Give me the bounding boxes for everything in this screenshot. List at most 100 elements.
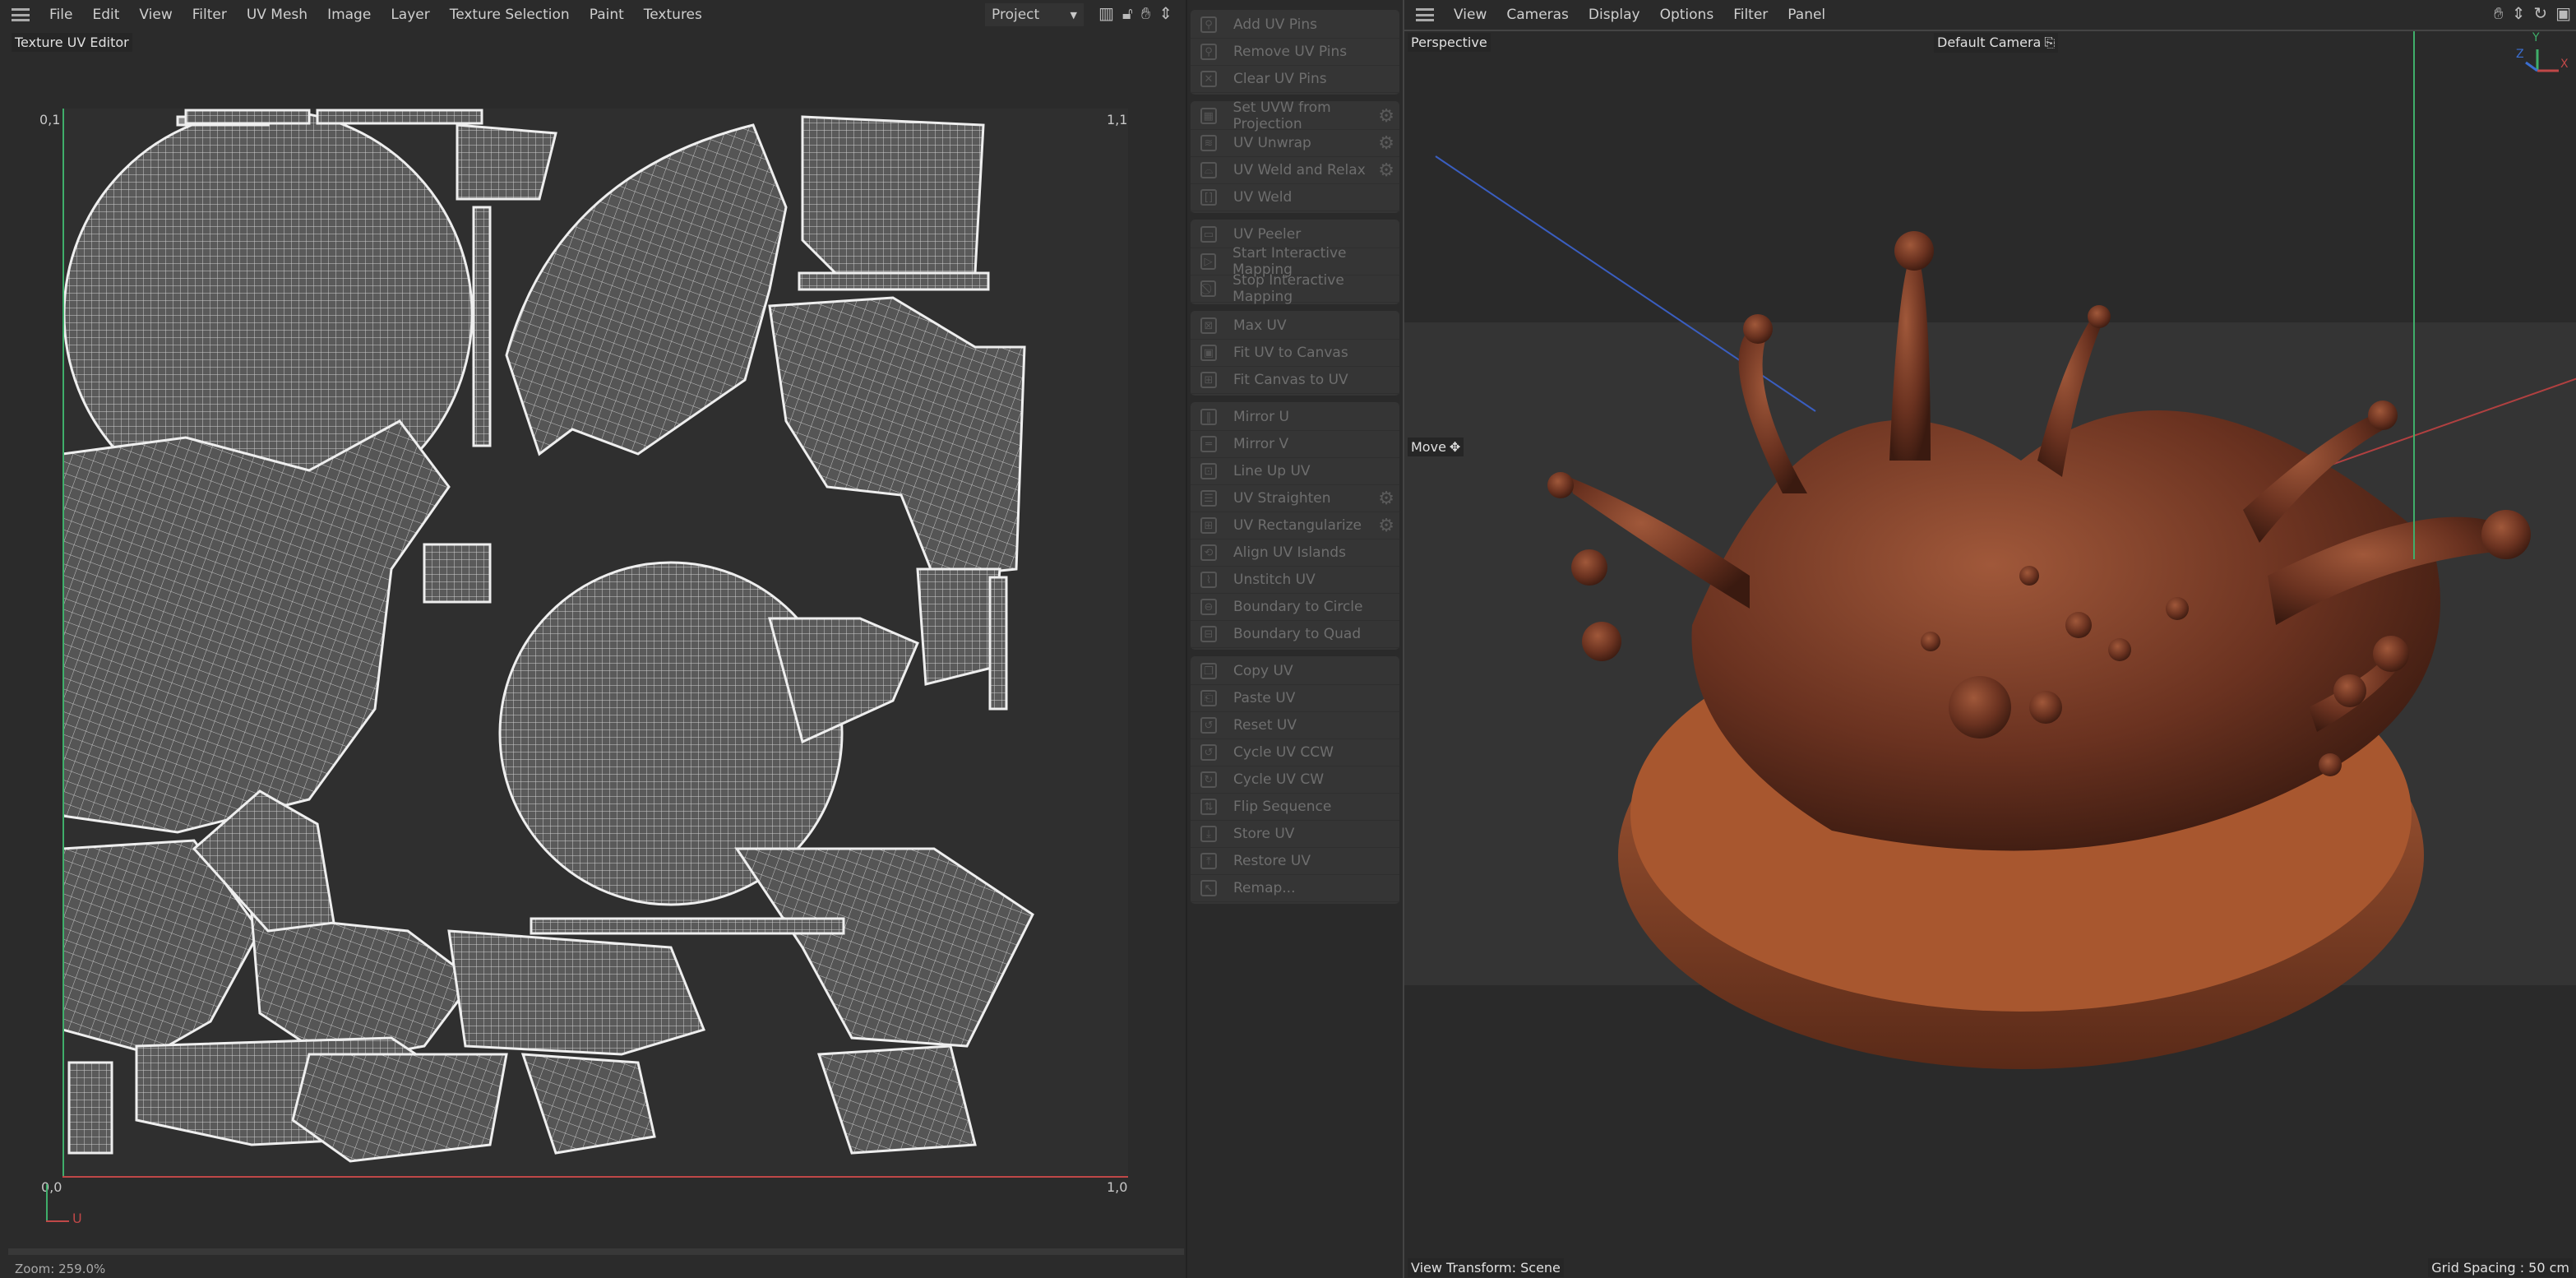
tool-uv-weld[interactable]: [] UV Weld: [1191, 184, 1399, 211]
tool-align-uv-islands[interactable]: ⟲ Align UV Islands: [1191, 539, 1399, 567]
menu-uv-mesh[interactable]: UV Mesh: [247, 7, 308, 23]
tool-label: UV Rectangularize: [1233, 517, 1362, 534]
pan-hand-icon[interactable]: ✋︎: [2494, 3, 2503, 23]
tool-remap[interactable]: ↖ Remap...: [1191, 875, 1399, 902]
uv-island[interactable]: [520, 1053, 656, 1155]
tool-paste-uv[interactable]: ⎗ Paste UV: [1191, 685, 1399, 712]
tool-max-uv[interactable]: ⊠ Max UV: [1191, 313, 1399, 340]
tool-label: Cycle UV CW: [1233, 771, 1325, 788]
tool-fit-canvas-to-uv[interactable]: ⊞ Fit Canvas to UV: [1191, 367, 1399, 394]
menu-textures[interactable]: Textures: [644, 7, 702, 23]
pan-hand-icon[interactable]: ✋︎: [1141, 3, 1150, 23]
lock-icon[interactable]: 🔓︎: [1122, 3, 1133, 23]
tool-uv-straighten[interactable]: ☰ UV Straighten ⚙: [1191, 485, 1399, 512]
menu-file[interactable]: File: [49, 7, 72, 23]
menu-image[interactable]: Image: [327, 7, 371, 23]
menu-filter[interactable]: Filter: [1733, 7, 1768, 23]
tool-stop-interactive-mapping[interactable]: ⃠ Stop Interactive Mapping: [1191, 272, 1399, 305]
project-select[interactable]: Project ▼: [985, 3, 1084, 26]
camera-label[interactable]: Default Camera ⎘: [1934, 33, 2059, 53]
axis-gizmo-v-icon: [46, 1184, 48, 1222]
tool-fit-uv-to-canvas[interactable]: ▣ Fit UV to Canvas: [1191, 340, 1399, 367]
tool-reset-uv[interactable]: ↺ Reset UV: [1191, 712, 1399, 739]
tool-group: ⊠ Max UV ▣ Fit UV to Canvas ⊞ Fit Canvas to U…: [1191, 311, 1399, 396]
dolly-arrows-icon[interactable]: ⇕: [2512, 3, 2526, 23]
menu-filter[interactable]: Filter: [192, 7, 227, 23]
menu-edit[interactable]: Edit: [92, 7, 119, 23]
menu-options[interactable]: Options: [1660, 7, 1714, 23]
tool-unstitch-uv[interactable]: ⌇ Unstitch UV: [1191, 567, 1399, 594]
view-name[interactable]: Perspective: [1408, 33, 1491, 52]
uv-island[interactable]: [801, 115, 985, 275]
tool-label: Remove UV Pins: [1233, 44, 1348, 60]
gear-icon[interactable]: ⚙: [1378, 106, 1394, 127]
uv-island[interactable]: [423, 543, 492, 604]
uv-island[interactable]: [316, 109, 483, 125]
tool-store-uv[interactable]: ⤓ Store UV: [1191, 821, 1399, 848]
maximize-panel-icon[interactable]: ▣: [2555, 3, 2571, 23]
orbit-icon[interactable]: ↻: [2533, 3, 2547, 23]
gear-icon[interactable]: ⚙: [1378, 516, 1394, 536]
menu-paint[interactable]: Paint: [590, 7, 624, 23]
menu-display[interactable]: Display: [1589, 7, 1640, 23]
uv-islands: [61, 109, 1034, 1163]
gear-icon[interactable]: ⚙: [1378, 133, 1394, 154]
active-tool-label: Move ✥: [1408, 438, 1464, 456]
tool-remove-uv-pins[interactable]: ⚲ Remove UV Pins: [1191, 39, 1399, 66]
menu-panel[interactable]: Panel: [1787, 7, 1825, 23]
gear-icon[interactable]: ⚙: [1378, 489, 1394, 509]
menu-view[interactable]: View: [139, 7, 172, 23]
tool-label: Fit Canvas to UV: [1233, 372, 1348, 388]
tool-label: Mirror V: [1233, 436, 1289, 452]
uv-island[interactable]: [291, 1053, 508, 1163]
tool-line-up-uv[interactable]: ⊡ Line Up UV: [1191, 458, 1399, 485]
uv-island[interactable]: [67, 1061, 113, 1155]
uv-island[interactable]: [61, 419, 451, 834]
uv-island[interactable]: [472, 206, 492, 447]
tool-uv-rectangularize[interactable]: ⊞ UV Rectangularize ⚙: [1191, 512, 1399, 539]
uv-island[interactable]: [456, 123, 557, 201]
uv-island[interactable]: [768, 296, 1026, 579]
tool-boundary-to-circle[interactable]: ⊖ Boundary to Circle: [1191, 594, 1399, 621]
play-icon: ▷: [1200, 253, 1216, 270]
uv-island[interactable]: [916, 567, 1001, 686]
tool-mirror-v[interactable]: ═ Mirror V: [1191, 431, 1399, 458]
uv-island[interactable]: [530, 917, 845, 935]
uv-island[interactable]: [734, 847, 1034, 1048]
tool-add-uv-pins[interactable]: ⚲ Add UV Pins: [1191, 12, 1399, 39]
uv-island[interactable]: [798, 271, 990, 291]
tool-mirror-u[interactable]: ‖ Mirror U: [1191, 404, 1399, 431]
menu-view[interactable]: View: [1454, 7, 1487, 23]
menu-cameras[interactable]: Cameras: [1506, 7, 1569, 23]
uv-canvas[interactable]: [61, 109, 1128, 1176]
uv-island[interactable]: [505, 123, 788, 456]
horizontal-scrollbar[interactable]: [8, 1248, 1184, 1255]
unpin-icon: ⚲: [1200, 44, 1217, 60]
menu-layer[interactable]: Layer: [391, 7, 429, 23]
gear-icon[interactable]: ⚙: [1378, 160, 1394, 181]
tool-boundary-to-quad[interactable]: ⊟ Boundary to Quad: [1191, 621, 1399, 648]
uv-island[interactable]: [447, 929, 706, 1056]
tool-clear-uv-pins[interactable]: ✕ Clear UV Pins: [1191, 66, 1399, 93]
uv-island[interactable]: [988, 576, 1008, 711]
tool-restore-uv[interactable]: ⤒ Restore UV: [1191, 848, 1399, 875]
close-icon: ✕: [1200, 71, 1217, 87]
tool-label: UV Unwrap: [1233, 135, 1311, 151]
tool-copy-uv[interactable]: ❐ Copy UV: [1191, 658, 1399, 685]
hamburger-menu-icon[interactable]: [1416, 8, 1434, 21]
zoom-arrows-icon[interactable]: ⇕: [1159, 3, 1172, 23]
tool-uv-unwrap[interactable]: ≋ UV Unwrap ⚙: [1191, 130, 1399, 157]
tool-cycle-uv-ccw[interactable]: ↺ Cycle UV CCW: [1191, 739, 1399, 766]
tool-flip-sequence[interactable]: ⇅ Flip Sequence: [1191, 794, 1399, 821]
tool-cycle-uv-cw[interactable]: ↻ Cycle UV CW: [1191, 766, 1399, 794]
uv-island[interactable]: [816, 1044, 977, 1155]
tool-uv-weld-and-relax[interactable]: ⌓ UV Weld and Relax ⚙: [1191, 157, 1399, 184]
tool-set-uvw-from-projection[interactable]: ▦ Set UVW from Projection ⚙: [1191, 100, 1399, 132]
hamburger-menu-icon[interactable]: [12, 8, 30, 21]
flip-icon: ⇅: [1200, 799, 1217, 815]
uv-island[interactable]: [184, 109, 311, 125]
weld-icon: []: [1200, 189, 1217, 206]
fit-uv-icon: ▣: [1200, 345, 1217, 361]
histogram-icon[interactable]: ▥: [1098, 3, 1114, 23]
menu-texture-selection[interactable]: Texture Selection: [450, 7, 570, 23]
